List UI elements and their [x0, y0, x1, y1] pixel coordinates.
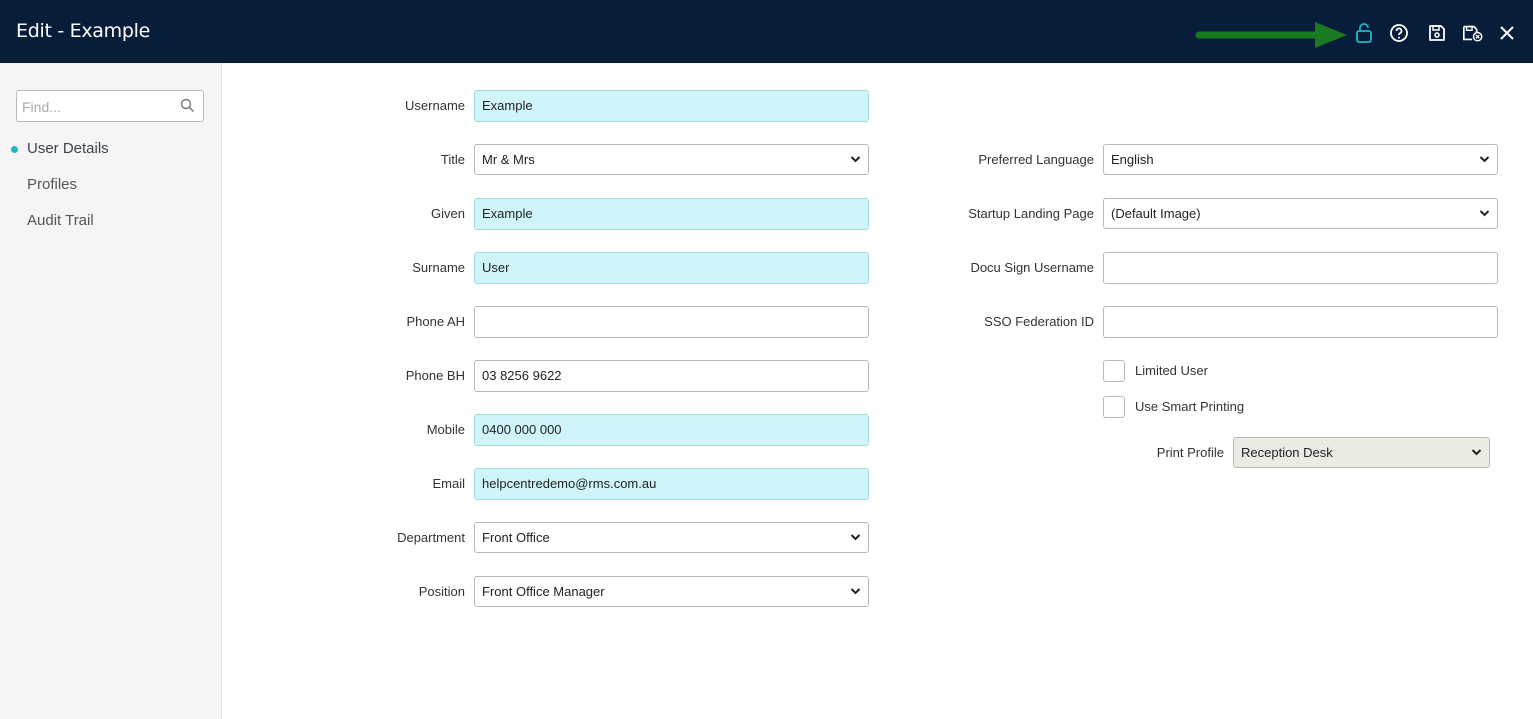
preferred-language-value: English — [1111, 152, 1154, 167]
mobile-field[interactable]: 0400 000 000 — [474, 414, 869, 446]
docu-sign-username-field[interactable] — [1103, 252, 1498, 284]
print-profile-label: Print Profile — [1156, 445, 1224, 460]
position-select[interactable]: Front Office Manager — [474, 576, 869, 607]
chevron-down-icon — [850, 588, 861, 595]
help-icon[interactable] — [1388, 22, 1410, 44]
username-label: Username — [405, 98, 465, 113]
username-field[interactable]: Example — [474, 90, 869, 122]
sidebar-item-audit-trail[interactable]: Audit Trail — [27, 212, 94, 229]
startup-landing-page-value: (Default Image) — [1111, 206, 1201, 221]
surname-label: Surname — [412, 260, 465, 275]
chevron-down-icon — [850, 534, 861, 541]
find-search[interactable] — [16, 90, 204, 122]
preferred-language-select[interactable]: English — [1103, 144, 1498, 175]
find-input[interactable] — [22, 97, 172, 117]
mobile-label: Mobile — [426, 422, 465, 437]
preferred-language-label: Preferred Language — [978, 152, 1094, 167]
close-icon[interactable] — [1496, 22, 1518, 44]
title-label: Title — [440, 152, 465, 167]
sidebar-item-user-details[interactable]: User Details — [27, 140, 109, 157]
phone-bh-label: Phone BH — [405, 368, 465, 383]
print-profile-value: Reception Desk — [1241, 445, 1333, 460]
print-profile-select[interactable]: Reception Desk — [1233, 437, 1490, 468]
chevron-down-icon — [1479, 210, 1490, 217]
search-icon[interactable] — [180, 98, 195, 116]
chevron-down-icon — [850, 156, 861, 163]
department-select-value: Front Office — [482, 530, 550, 545]
email-label: Email — [432, 476, 465, 491]
sso-federation-id-field[interactable] — [1103, 306, 1498, 338]
title-bar: Edit - Example — [0, 0, 1533, 63]
email-field[interactable]: helpcentredemo@rms.com.au — [474, 468, 869, 500]
department-select[interactable]: Front Office — [474, 522, 869, 553]
sso-federation-id-label: SSO Federation ID — [984, 314, 1094, 329]
limited-user-checkbox[interactable] — [1103, 360, 1125, 382]
title-select[interactable]: Mr & Mrs — [474, 144, 869, 175]
limited-user-label: Limited User — [1135, 363, 1208, 378]
given-label: Given — [431, 206, 465, 221]
startup-landing-page-label: Startup Landing Page — [968, 206, 1094, 221]
lock-icon[interactable] — [1353, 22, 1375, 44]
use-smart-printing-checkbox[interactable] — [1103, 396, 1125, 418]
sidebar-item-profiles[interactable]: Profiles — [27, 176, 77, 193]
chevron-down-icon — [1471, 449, 1482, 456]
startup-landing-page-select[interactable]: (Default Image) — [1103, 198, 1498, 229]
sidebar: User Details Profiles Audit Trail — [0, 63, 222, 719]
surname-field[interactable]: User — [474, 252, 869, 284]
save-close-icon[interactable] — [1462, 22, 1484, 44]
chevron-down-icon — [1479, 156, 1490, 163]
active-indicator-dot — [11, 146, 18, 153]
phone-ah-field[interactable] — [474, 306, 869, 338]
title-select-value: Mr & Mrs — [482, 152, 535, 167]
use-smart-printing-label: Use Smart Printing — [1135, 399, 1245, 414]
annotation-arrow — [1195, 22, 1347, 48]
phone-ah-label: Phone AH — [406, 314, 465, 329]
position-select-value: Front Office Manager — [482, 584, 605, 599]
docu-sign-username-label: Docu Sign Username — [970, 260, 1094, 275]
position-label: Position — [418, 584, 465, 599]
department-label: Department — [397, 530, 465, 545]
window-title: Edit - Example — [16, 20, 150, 42]
phone-bh-field[interactable]: 03 8256 9622 — [474, 360, 869, 392]
save-icon[interactable] — [1426, 22, 1448, 44]
given-field[interactable]: Example — [474, 198, 869, 230]
